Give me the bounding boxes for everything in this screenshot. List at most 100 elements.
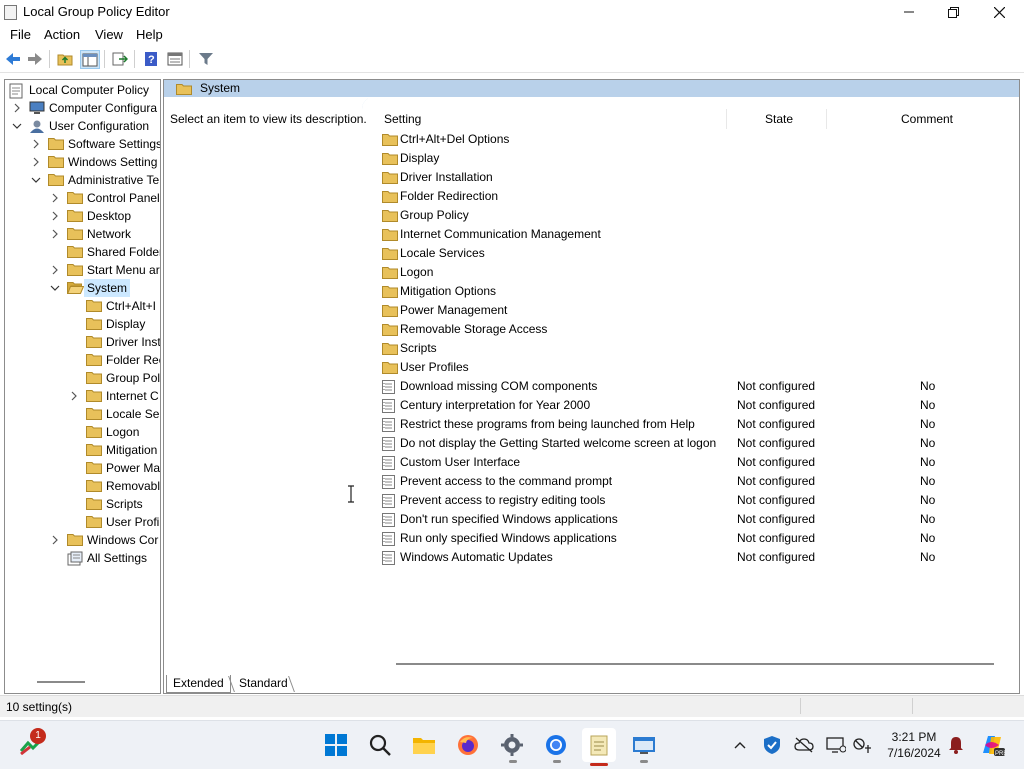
horizontal-scrollbar[interactable] (396, 663, 994, 665)
display-tray-button[interactable] (824, 731, 848, 759)
policy-folder-row[interactable]: Locale Services (382, 244, 1002, 263)
chevron-right-icon[interactable] (49, 531, 61, 549)
column-divider[interactable] (826, 109, 827, 129)
chevron-right-icon[interactable] (49, 207, 61, 225)
policy-setting-row[interactable]: Windows Automatic Updates Not configured N… (382, 548, 1002, 567)
tree-node[interactable]: User Configuration (11, 117, 160, 135)
firefox-button[interactable] (454, 731, 482, 759)
policy-folder-row[interactable]: Removable Storage Access (382, 320, 1002, 339)
show-hidden-icons-button[interactable] (728, 731, 752, 759)
policy-setting-row[interactable]: Prevent access to registry editing tools… (382, 491, 1002, 510)
notepad-button[interactable] (582, 728, 616, 762)
policy-setting-row[interactable]: Download missing COM components Not confi… (382, 377, 1002, 396)
column-divider[interactable] (726, 109, 727, 129)
policy-folder-row[interactable]: Group Policy (382, 206, 1002, 225)
filter-button[interactable] (197, 50, 215, 68)
settings-button[interactable] (498, 731, 526, 759)
policy-folder-row[interactable]: Ctrl+Alt+Del Options (382, 130, 1002, 149)
notifications-button[interactable] (944, 731, 968, 759)
onedrive-tray-button[interactable] (792, 731, 816, 759)
policy-folder-row[interactable]: Folder Redirection (382, 187, 1002, 206)
tree-node[interactable]: Logon (68, 423, 160, 441)
chevron-down-icon[interactable] (30, 171, 42, 189)
chevron-down-icon[interactable] (49, 279, 61, 297)
column-header-setting[interactable]: Setting (384, 109, 421, 129)
group-policy-button[interactable] (630, 731, 658, 759)
tree-node[interactable]: System (49, 279, 160, 297)
file-explorer-button[interactable] (410, 731, 438, 759)
policy-folder-row[interactable]: Internet Communication Management (382, 225, 1002, 244)
minimize-button[interactable] (886, 0, 932, 24)
tree-node[interactable]: Control Panel (49, 189, 160, 207)
policy-setting-row[interactable]: Run only specified Windows applications N… (382, 529, 1002, 548)
policy-setting-row[interactable]: Do not display the Getting Started welco… (382, 434, 1002, 453)
policy-folder-row[interactable]: Power Management (382, 301, 1002, 320)
tree-node[interactable]: Software Settings (30, 135, 160, 153)
tree-node[interactable]: Power Ma (68, 459, 160, 477)
tree-node[interactable]: Windows Setting (30, 153, 160, 171)
policy-setting-row[interactable]: Don't run specified Windows applications… (382, 510, 1002, 529)
up-one-level-button[interactable] (56, 50, 74, 68)
tree-node[interactable]: Internet C (68, 387, 160, 405)
tree-node[interactable]: Start Menu ar (49, 261, 160, 279)
chevron-right-icon[interactable] (30, 135, 42, 153)
export-list-button[interactable] (111, 50, 129, 68)
tree-horizontal-scrollbar[interactable] (37, 681, 85, 683)
tree-node[interactable]: Locale Ser (68, 405, 160, 423)
forward-button[interactable] (26, 50, 44, 68)
column-header-state[interactable]: State (765, 109, 793, 129)
menu-file[interactable]: File (10, 27, 31, 42)
policy-folder-row[interactable]: Driver Installation (382, 168, 1002, 187)
policy-folder-row[interactable]: Mitigation Options (382, 282, 1002, 301)
tree-node[interactable]: Removabl (68, 477, 160, 495)
tree-node[interactable]: Network (49, 225, 160, 243)
tree-node[interactable]: Mitigation (68, 441, 160, 459)
policy-folder-row[interactable]: User Profiles (382, 358, 1002, 377)
tree-node[interactable]: Shared Folder (49, 243, 160, 261)
chevron-down-icon[interactable] (11, 117, 23, 135)
show-hide-tree-button[interactable] (80, 50, 100, 69)
chevron-right-icon[interactable] (30, 153, 42, 171)
tree-node[interactable]: Windows Cor (49, 531, 160, 549)
search-button[interactable] (366, 731, 394, 759)
tree-node[interactable]: Computer Configura (11, 99, 160, 117)
tab-standard[interactable]: Standard (233, 675, 294, 692)
system-clock[interactable]: 3:21 PM 7/16/2024 (878, 729, 950, 761)
tree-node[interactable]: Display (68, 315, 160, 333)
tree-node[interactable]: Administrative Te (30, 171, 160, 189)
column-header-comment[interactable]: Comment (901, 109, 953, 129)
defender-tray-button[interactable] (760, 731, 784, 759)
menu-action[interactable]: Action (44, 27, 80, 42)
tree-node[interactable]: All Settings (49, 549, 160, 567)
chevron-right-icon[interactable] (49, 225, 61, 243)
tree-node[interactable]: Driver Inst (68, 333, 160, 351)
restore-button[interactable] (930, 0, 976, 24)
help-button[interactable]: ? (142, 50, 160, 68)
policy-folder-row[interactable]: Logon (382, 263, 1002, 282)
tree-node[interactable]: Group Pol (68, 369, 160, 387)
extended-view-button[interactable] (166, 50, 184, 68)
tree-node[interactable]: User Profi (68, 513, 160, 531)
policy-folder-row[interactable]: Scripts (382, 339, 1002, 358)
tree-node[interactable]: Folder Rec (68, 351, 160, 369)
tree-node[interactable]: Scripts (68, 495, 160, 513)
chrome-button[interactable] (542, 731, 570, 759)
copilot-button[interactable]: PRE (978, 731, 1006, 759)
tree-node[interactable]: Desktop (49, 207, 160, 225)
tree-node[interactable]: Local Computer Policy (7, 81, 160, 99)
menu-view[interactable]: View (95, 27, 123, 42)
chevron-right-icon[interactable] (49, 261, 61, 279)
policy-setting-row[interactable]: Century interpretation for Year 2000 Not … (382, 396, 1002, 415)
policy-setting-row[interactable]: Restrict these programs from being launc… (382, 415, 1002, 434)
back-button[interactable] (4, 50, 22, 68)
chevron-right-icon[interactable] (68, 387, 80, 405)
start-button[interactable] (322, 731, 350, 759)
tree-node[interactable]: Ctrl+Alt+I (68, 297, 160, 315)
menu-help[interactable]: Help (136, 27, 163, 42)
policy-setting-row[interactable]: Custom User Interface Not configured No (382, 453, 1002, 472)
network-tray-button[interactable] (850, 731, 874, 759)
policy-folder-row[interactable]: Display (382, 149, 1002, 168)
policy-setting-row[interactable]: Prevent access to the command prompt Not … (382, 472, 1002, 491)
close-button[interactable] (976, 0, 1022, 24)
chevron-right-icon[interactable] (11, 99, 23, 117)
